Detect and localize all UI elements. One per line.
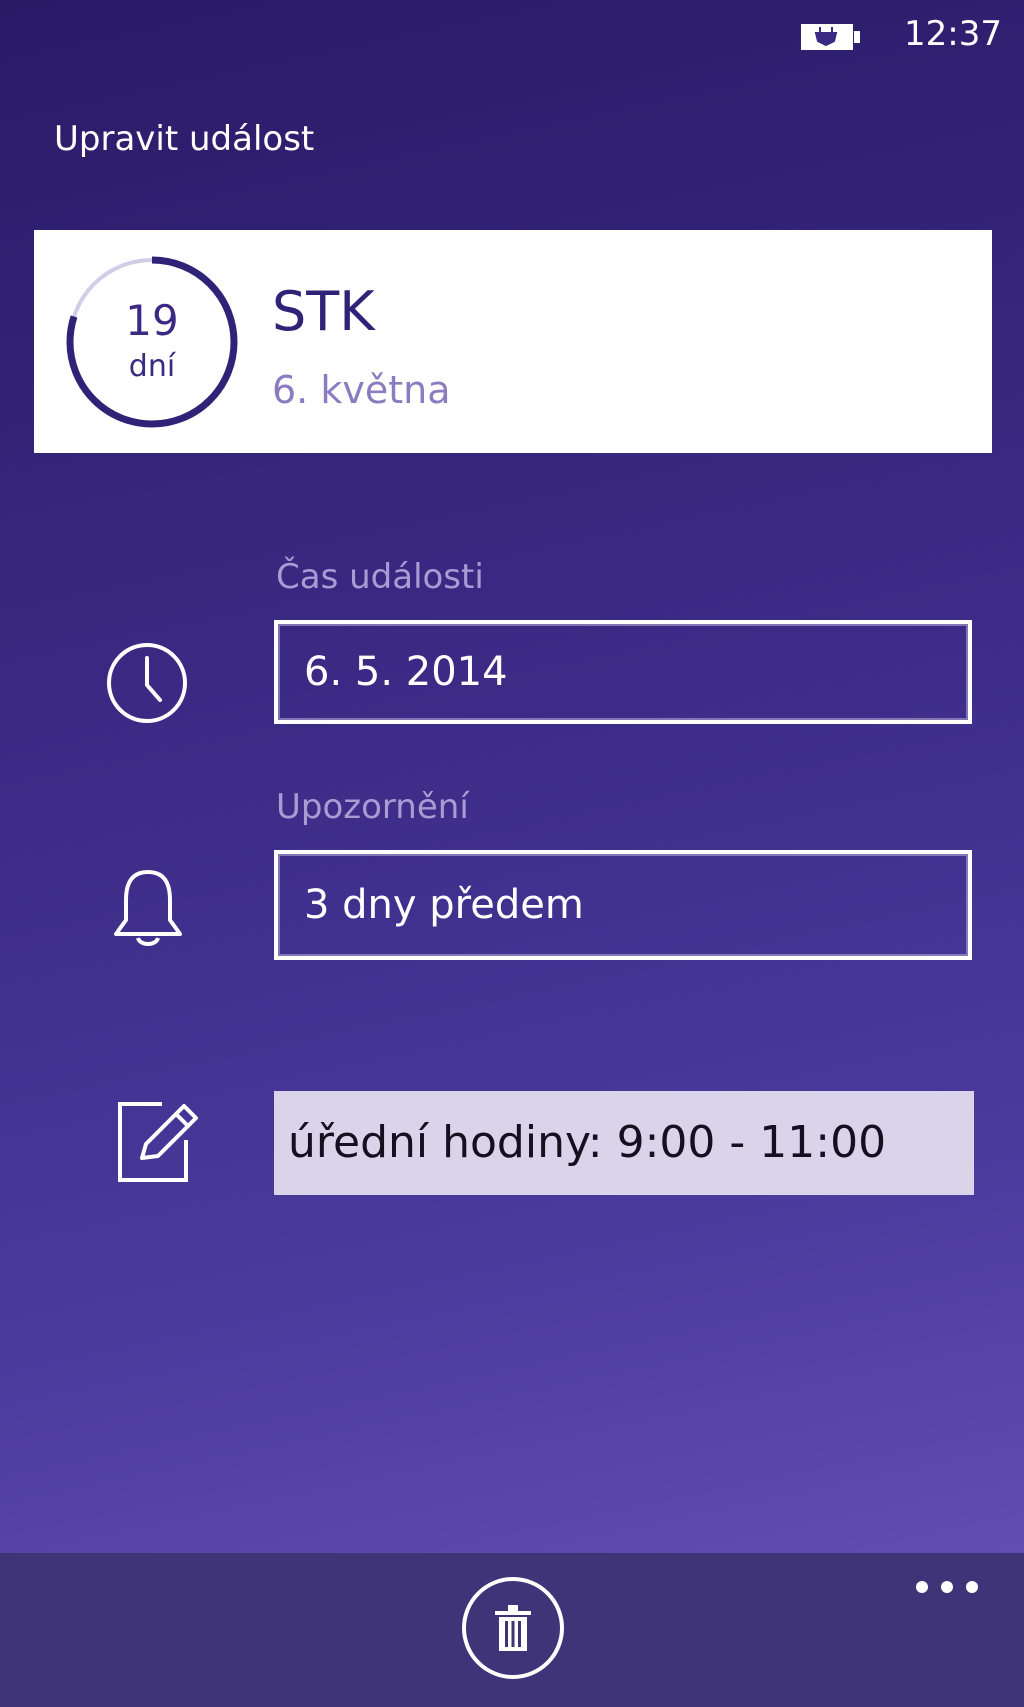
time-field-label: Čas události [276, 557, 484, 597]
ellipsis-dot [966, 1581, 978, 1593]
edit-icon [112, 1096, 204, 1192]
countdown-ring: 19 dní [64, 254, 240, 430]
event-time-value: 6. 5. 2014 [304, 649, 508, 695]
reminder-input[interactable]: 3 dny předem [274, 850, 972, 960]
event-date: 6. května [272, 368, 451, 412]
event-time-input[interactable]: 6. 5. 2014 [274, 620, 972, 724]
days-remaining: 19 [125, 296, 179, 345]
app-bar [0, 1553, 1024, 1707]
trash-icon [495, 1605, 531, 1651]
clock-icon [104, 640, 190, 730]
note-input[interactable]: úřední hodiny: 9:00 - 11:00 [274, 1091, 974, 1195]
reminder-value: 3 dny předem [304, 882, 584, 928]
status-bar: 12:37 [0, 0, 1024, 70]
ellipsis-dot [916, 1581, 928, 1593]
event-name: STK [272, 280, 375, 343]
clock-time: 12:37 [904, 14, 1002, 54]
event-card[interactable]: 19 dní STK 6. května [34, 230, 992, 453]
note-value: úřední hodiny: 9:00 - 11:00 [288, 1117, 887, 1168]
more-button[interactable] [914, 1573, 980, 1603]
battery-charging-icon [800, 22, 862, 52]
bell-icon [110, 866, 186, 954]
page-title: Upravit událost [54, 119, 315, 159]
days-unit: dní [128, 349, 176, 384]
reminder-field-label: Upozornění [276, 787, 469, 827]
delete-button[interactable] [462, 1577, 564, 1679]
ellipsis-dot [941, 1581, 953, 1593]
